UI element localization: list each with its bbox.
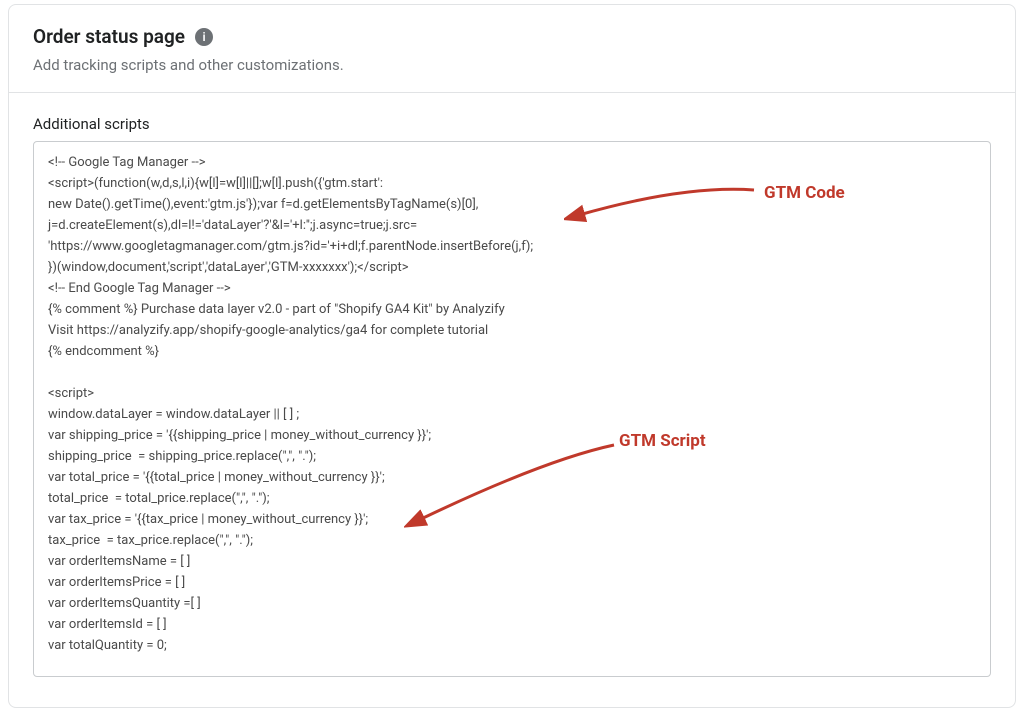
page-subtitle: Add tracking scripts and other customiza… — [33, 56, 991, 74]
order-status-card: Order status page i Add tracking scripts… — [8, 4, 1016, 708]
additional-scripts-textarea[interactable] — [33, 141, 991, 677]
title-row: Order status page i — [33, 25, 991, 48]
additional-scripts-section: Additional scripts — [9, 93, 1015, 689]
page-title: Order status page — [33, 25, 185, 48]
info-icon[interactable]: i — [195, 28, 213, 46]
card-header: Order status page i Add tracking scripts… — [9, 5, 1015, 92]
section-label: Additional scripts — [33, 115, 991, 133]
